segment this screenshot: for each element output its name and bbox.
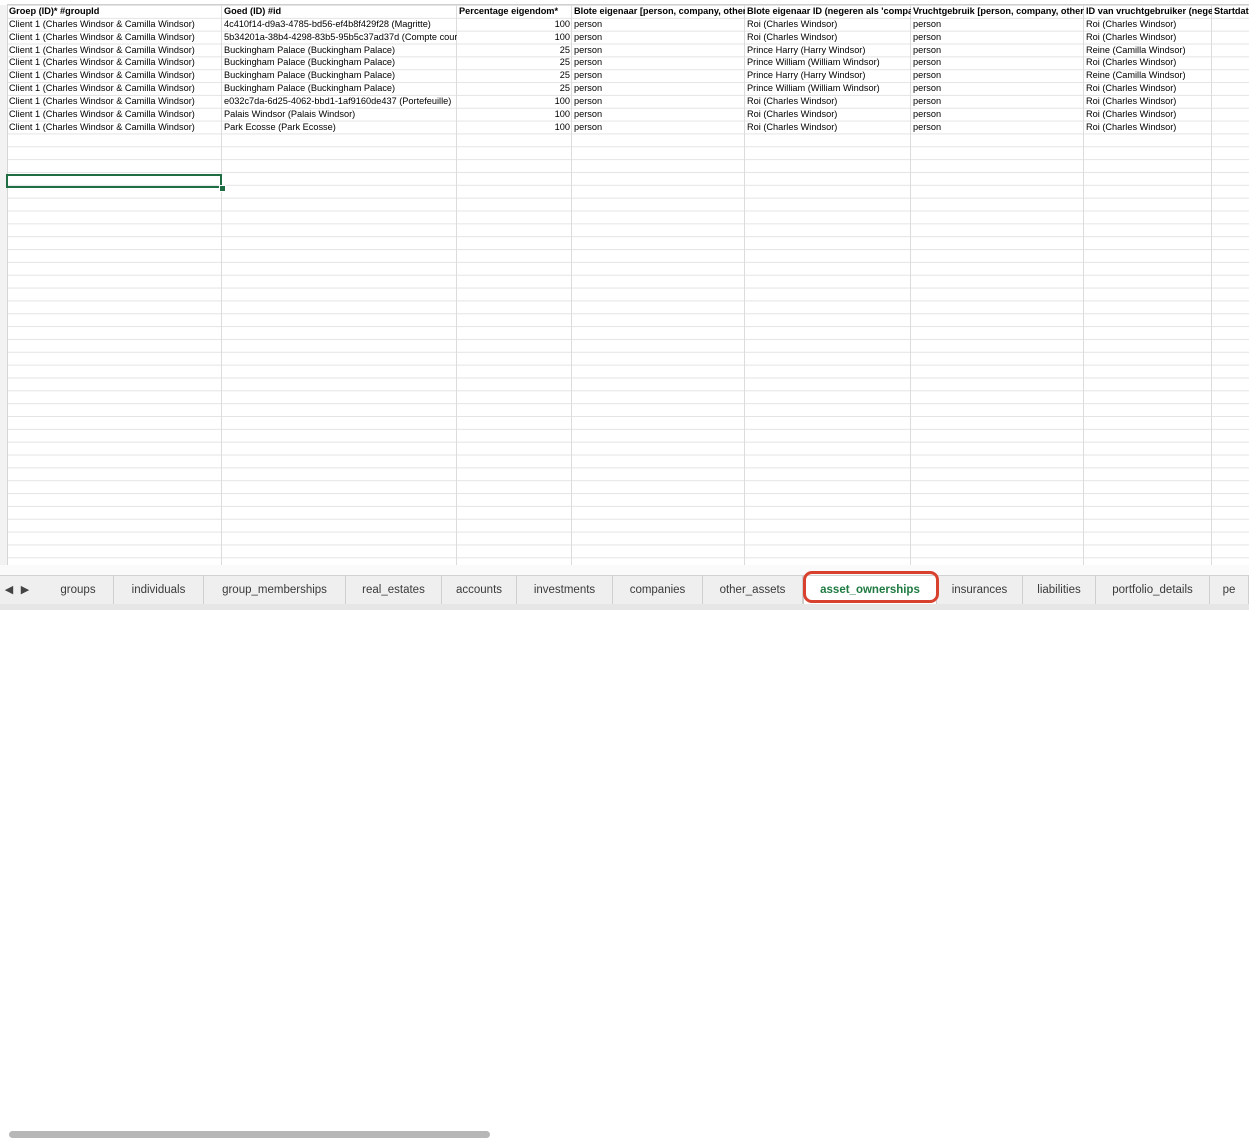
cell[interactable]: Roi (Charles Windsor)	[1084, 95, 1212, 107]
cell[interactable]: Reine (Camilla Windsor)	[1084, 69, 1212, 81]
cell[interactable]: Buckingham Palace (Buckingham Palace)	[222, 82, 457, 94]
tab-individuals[interactable]: individuals	[114, 576, 204, 605]
cell[interactable]: Palais Windsor (Palais Windsor)	[222, 108, 457, 120]
cell[interactable]: Client 1 (Charles Windsor & Camilla Wind…	[7, 95, 222, 107]
cell[interactable]: Roi (Charles Windsor)	[1084, 82, 1212, 94]
cell[interactable]: person	[572, 31, 745, 43]
tab-pe[interactable]: pe	[1210, 576, 1249, 605]
cell[interactable]: Roi (Charles Windsor)	[745, 121, 911, 133]
cell[interactable]: 25	[457, 69, 572, 81]
cell[interactable]: person	[572, 95, 745, 107]
cell[interactable]: Client 1 (Charles Windsor & Camilla Wind…	[7, 31, 222, 43]
column-header[interactable]: Startdatum	[1212, 5, 1249, 17]
cell[interactable]: 100	[457, 108, 572, 120]
cell[interactable]: person	[911, 108, 1084, 120]
cell[interactable]: Client 1 (Charles Windsor & Camilla Wind…	[7, 108, 222, 120]
cell[interactable]: Roi (Charles Windsor)	[1084, 108, 1212, 120]
tab-groups[interactable]: groups	[43, 576, 114, 605]
tab-group-memberships[interactable]: group_memberships	[204, 576, 346, 605]
cell[interactable]: Roi (Charles Windsor)	[745, 18, 911, 30]
column-header[interactable]: Percentage eigendom*	[457, 5, 572, 17]
cell[interactable]: 25	[457, 82, 572, 94]
chevron-left-icon[interactable]: ◀	[2, 581, 16, 599]
column-header[interactable]: ID van vruchtgebruiker (negeren als 'com…	[1084, 5, 1212, 17]
cell[interactable]: 25	[457, 56, 572, 68]
cell[interactable]: person	[572, 82, 745, 94]
column-header[interactable]: Groep (ID)* #groupId	[7, 5, 222, 17]
tab-investments[interactable]: investments	[517, 576, 613, 605]
cell[interactable]: 100	[457, 18, 572, 30]
cell[interactable]: person	[572, 18, 745, 30]
tab-insurances[interactable]: insurances	[937, 576, 1023, 605]
cell[interactable]: person	[572, 56, 745, 68]
horizontal-scrollbar-thumb[interactable]	[9, 1131, 490, 1138]
fill-handle[interactable]	[219, 185, 226, 192]
cell[interactable]: Client 1 (Charles Windsor & Camilla Wind…	[7, 69, 222, 81]
tab-companies[interactable]: companies	[613, 576, 703, 605]
cell[interactable]: person	[911, 69, 1084, 81]
column-header[interactable]: Blote eigenaar [person, company, other]	[572, 5, 745, 17]
cell[interactable]: person	[911, 82, 1084, 94]
cell[interactable]: Prince Harry (Harry Windsor)	[745, 69, 911, 81]
sheet-tab-bar: ◀ ▶ groups individuals group_memberships re…	[0, 575, 1249, 605]
cell[interactable]: Roi (Charles Windsor)	[745, 108, 911, 120]
cell[interactable]: e032c7da-6d25-4062-bbd1-1af9160de437 (Po…	[222, 95, 457, 107]
tab-accounts[interactable]: accounts	[442, 576, 517, 605]
cell[interactable]: 25	[457, 44, 572, 56]
cell[interactable]: person	[911, 44, 1084, 56]
cell[interactable]: Client 1 (Charles Windsor & Camilla Wind…	[7, 18, 222, 30]
active-tab-highlight-ring	[803, 571, 939, 603]
cell[interactable]: Buckingham Palace (Buckingham Palace)	[222, 69, 457, 81]
cell[interactable]: Client 1 (Charles Windsor & Camilla Wind…	[7, 121, 222, 133]
cell[interactable]: Roi (Charles Windsor)	[745, 31, 911, 43]
cell[interactable]: 100	[457, 31, 572, 43]
cell[interactable]: person	[911, 56, 1084, 68]
cell[interactable]: person	[572, 108, 745, 120]
spreadsheet-grid[interactable]: Groep (ID)* #groupId Goed (ID) #id Percent…	[0, 0, 1249, 566]
cell[interactable]: 5b34201a-38b4-4298-83b5-95b5c37ad37d (Co…	[222, 31, 457, 43]
cell[interactable]: Reine (Camilla Windsor)	[1084, 44, 1212, 56]
cell[interactable]: 100	[457, 121, 572, 133]
cell[interactable]: Roi (Charles Windsor)	[1084, 121, 1212, 133]
cell[interactable]: Roi (Charles Windsor)	[745, 95, 911, 107]
cell[interactable]: person	[911, 121, 1084, 133]
column-header[interactable]: Blote eigenaar ID (negeren als 'company'…	[745, 5, 911, 17]
cell[interactable]: Client 1 (Charles Windsor & Camilla Wind…	[7, 44, 222, 56]
cell[interactable]: Roi (Charles Windsor)	[1084, 31, 1212, 43]
cell[interactable]: person	[572, 69, 745, 81]
column-header[interactable]: Goed (ID) #id	[222, 5, 457, 17]
cell[interactable]: person	[572, 121, 745, 133]
cell[interactable]: Prince Harry (Harry Windsor)	[745, 44, 911, 56]
cell[interactable]: Client 1 (Charles Windsor & Camilla Wind…	[7, 82, 222, 94]
cell[interactable]: person	[911, 31, 1084, 43]
column-header[interactable]: Vruchtgebruik [person, company, other]	[911, 5, 1084, 17]
cell[interactable]: Park Ecosse (Park Ecosse)	[222, 121, 457, 133]
selected-cell[interactable]	[6, 174, 222, 188]
status-bar	[0, 604, 1249, 610]
cell[interactable]: person	[911, 18, 1084, 30]
tab-other-assets[interactable]: other_assets	[703, 576, 803, 605]
cell[interactable]: 4c410f14-d9a3-4785-bd56-ef4b8f429f28 (Ma…	[222, 18, 457, 30]
cell[interactable]: Roi (Charles Windsor)	[1084, 56, 1212, 68]
chevron-right-icon[interactable]: ▶	[18, 581, 32, 599]
cell[interactable]: Prince William (William Windsor)	[745, 56, 911, 68]
cell[interactable]: Client 1 (Charles Windsor & Camilla Wind…	[7, 56, 222, 68]
tab-real-estates[interactable]: real_estates	[346, 576, 442, 605]
tab-liabilities[interactable]: liabilities	[1023, 576, 1096, 605]
horizontal-scrollbar-track[interactable]	[0, 565, 1249, 1138]
tab-portfolio-details[interactable]: portfolio_details	[1096, 576, 1210, 605]
cell[interactable]: Roi (Charles Windsor)	[1084, 18, 1212, 30]
cell[interactable]: 100	[457, 95, 572, 107]
cell[interactable]: Buckingham Palace (Buckingham Palace)	[222, 44, 457, 56]
cell[interactable]: Prince William (William Windsor)	[745, 82, 911, 94]
cell[interactable]: person	[911, 95, 1084, 107]
cell[interactable]: person	[572, 44, 745, 56]
cell[interactable]: Buckingham Palace (Buckingham Palace)	[222, 56, 457, 68]
